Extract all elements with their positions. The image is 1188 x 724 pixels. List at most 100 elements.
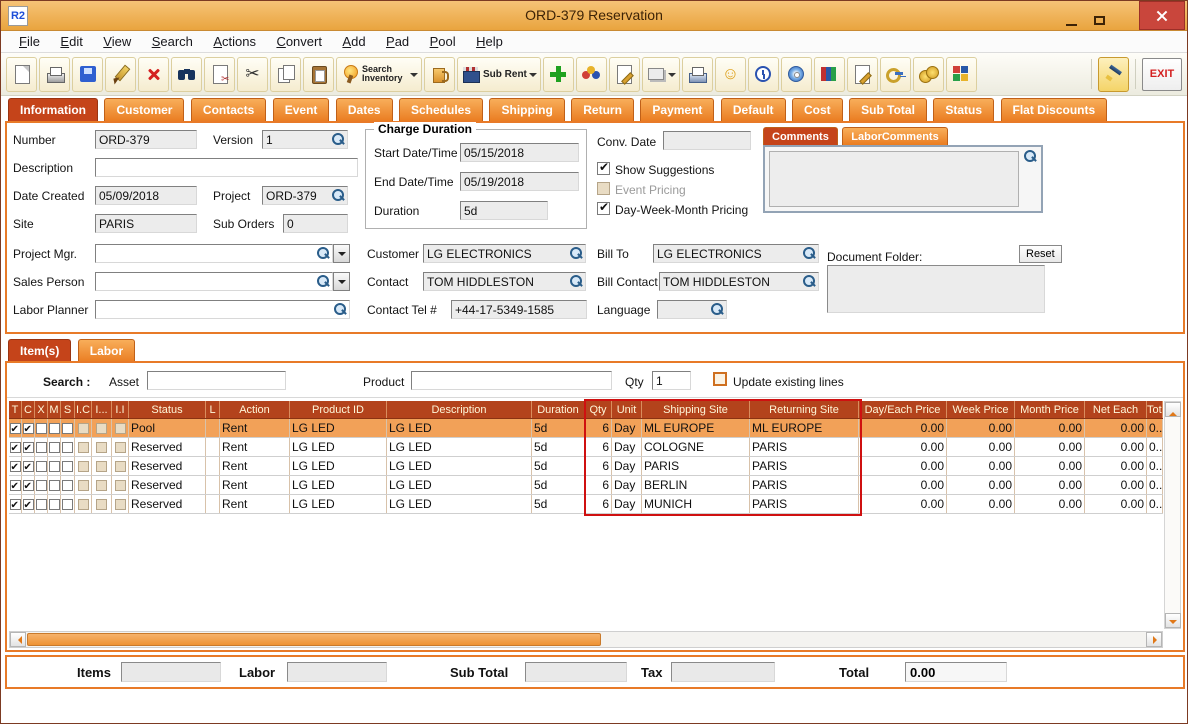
conv-date-field[interactable]: [663, 131, 751, 150]
tab-labor-comments[interactable]: LaborComments: [842, 127, 948, 145]
col-header-total[interactable]: Tot...: [1147, 401, 1163, 418]
col-header-duration[interactable]: Duration: [532, 401, 585, 418]
row-check-c[interactable]: [22, 478, 34, 494]
exit-button[interactable]: EXIT: [1142, 57, 1182, 91]
update-existing-lines-checkbox[interactable]: [713, 372, 727, 386]
row-check-i[interactable]: [96, 498, 107, 510]
col-header-l[interactable]: L: [206, 401, 220, 418]
col-header-description[interactable]: Description: [387, 401, 532, 418]
tab-return[interactable]: Return: [571, 98, 634, 121]
number-field[interactable]: [95, 130, 197, 149]
comments-lookup-icon[interactable]: [1023, 149, 1037, 164]
edit-button[interactable]: [105, 56, 136, 92]
row-check-ic[interactable]: [77, 479, 89, 491]
total-field[interactable]: [905, 662, 1007, 682]
tab-status[interactable]: Status: [933, 98, 995, 121]
tab-event[interactable]: Event: [272, 98, 330, 121]
row-check-t[interactable]: [9, 421, 21, 437]
product-search-input[interactable]: [411, 371, 612, 390]
tab-customer[interactable]: Customer: [104, 98, 185, 121]
customer-lookup-icon[interactable]: [569, 246, 583, 261]
bill-contact-field[interactable]: [660, 274, 802, 289]
row-check-s[interactable]: [62, 498, 73, 510]
save-button[interactable]: [72, 56, 103, 92]
sales-person-field[interactable]: [96, 274, 316, 289]
labor-total-field[interactable]: [287, 662, 387, 682]
asset-search-input[interactable]: [147, 371, 286, 390]
grid-row[interactable]: Reserved Rent LG LED LG LED 5d 6 Day PAR…: [9, 457, 1163, 476]
project-lookup-icon[interactable]: [331, 188, 345, 203]
row-check-t[interactable]: [9, 478, 21, 494]
tab-contacts[interactable]: Contacts: [190, 98, 267, 121]
duration-field[interactable]: [460, 201, 548, 220]
row-check-x[interactable]: [35, 460, 47, 472]
tax-field[interactable]: [671, 662, 775, 682]
row-check-m[interactable]: [48, 460, 60, 472]
bill-to-field[interactable]: [654, 246, 802, 261]
tab-sub-total[interactable]: Sub Total: [849, 98, 927, 121]
col-header-m[interactable]: M: [48, 401, 61, 418]
sub-rent-button[interactable]: Sub Rent: [457, 56, 541, 92]
sub-orders-field[interactable]: [283, 214, 348, 233]
row-check-s[interactable]: [62, 422, 73, 434]
row-check-x[interactable]: [35, 422, 47, 434]
col-header-ii[interactable]: I.I: [112, 401, 129, 418]
key-button[interactable]: [879, 56, 911, 92]
row-check-ii[interactable]: [114, 460, 126, 472]
row-check-m[interactable]: [48, 441, 60, 453]
grid-row[interactable]: Pool Rent LG LED LG LED 5d 6 Day ML EURO…: [9, 419, 1163, 438]
edit-note-button[interactable]: [608, 56, 640, 92]
labor-planner-field[interactable]: [96, 302, 333, 317]
bill-contact-lookup-icon[interactable]: [802, 274, 816, 289]
title-bar[interactable]: R2 ORD-379 Reservation: [1, 1, 1187, 31]
items-total-field[interactable]: [121, 662, 221, 682]
row-check-m[interactable]: [48, 422, 60, 434]
grid-horizontal-scrollbar[interactable]: [9, 631, 1163, 648]
contact-tel-field[interactable]: [451, 300, 587, 319]
tab-payment[interactable]: Payment: [640, 98, 715, 121]
menu-edit[interactable]: Edit: [52, 31, 90, 52]
col-header-net-each[interactable]: Net Each: [1085, 401, 1147, 418]
maximize-button[interactable]: [1086, 2, 1113, 30]
new-button[interactable]: [6, 56, 37, 92]
project-field[interactable]: [263, 188, 331, 203]
menu-pad[interactable]: Pad: [378, 31, 417, 52]
project-mgr-field[interactable]: [96, 246, 316, 261]
cut-button[interactable]: ✂: [237, 56, 268, 92]
print-button[interactable]: [39, 56, 70, 92]
row-check-ii[interactable]: [114, 498, 126, 510]
row-check-ic[interactable]: [77, 422, 89, 434]
tab-schedules[interactable]: Schedules: [399, 98, 484, 121]
wand-button[interactable]: [1098, 56, 1129, 92]
add-line-button[interactable]: [542, 56, 574, 92]
paste-button[interactable]: [303, 56, 334, 92]
bill-to-lookup-icon[interactable]: [802, 246, 816, 261]
tab-shipping[interactable]: Shipping: [489, 98, 565, 121]
comments-textarea[interactable]: [769, 151, 1019, 207]
col-header-status[interactable]: Status: [129, 401, 206, 418]
menu-view[interactable]: View: [95, 31, 139, 52]
close-button[interactable]: [1139, 1, 1185, 30]
scroll-down-button[interactable]: [1165, 613, 1181, 628]
reset-button[interactable]: Reset: [1019, 245, 1062, 263]
row-check-s[interactable]: [62, 441, 73, 453]
row-check-i[interactable]: [96, 479, 107, 491]
find-button[interactable]: [171, 56, 202, 92]
scrollbar-thumb[interactable]: [27, 633, 601, 646]
row-check-c[interactable]: [22, 459, 34, 475]
row-check-t[interactable]: [9, 459, 21, 475]
col-header-returning-site[interactable]: Returning Site: [750, 401, 859, 418]
event-pricing-checkbox[interactable]: [597, 182, 610, 195]
money-button[interactable]: [912, 56, 944, 92]
menu-file[interactable]: File: [11, 31, 48, 52]
col-header-ic[interactable]: I.C: [75, 401, 92, 418]
col-header-day-each-price[interactable]: Day/Each Price: [859, 401, 947, 418]
grid-row[interactable]: Reserved Rent LG LED LG LED 5d 6 Day BER…: [9, 476, 1163, 495]
document-folder-box[interactable]: [827, 265, 1045, 313]
site-field[interactable]: [95, 214, 197, 233]
tab-dates[interactable]: Dates: [335, 98, 393, 121]
row-check-ic[interactable]: [77, 441, 89, 453]
col-header-month-price[interactable]: Month Price: [1015, 401, 1085, 418]
row-check-i[interactable]: [96, 441, 107, 453]
contact-lookup-icon[interactable]: [569, 274, 583, 289]
